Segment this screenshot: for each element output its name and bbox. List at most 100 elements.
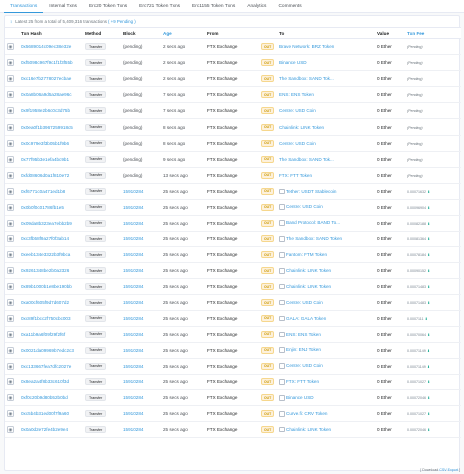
to-address-link[interactable]: Chainlink: LINK Token [286,427,331,432]
eye-icon[interactable]: ◉ [7,219,14,227]
txn-hash-link[interactable]: 0x89b1000b1e8be190bb [21,284,83,289]
txn-hash-link[interactable]: 0x0a8b06a9d5a28ae96c [21,92,83,97]
from-address[interactable]: FTX Exchange [207,348,237,353]
eye-icon[interactable]: ◉ [7,123,14,131]
eye-icon[interactable]: ◉ [7,378,14,386]
to-address-link[interactable]: Chainlink: LINK Token [286,284,331,289]
col-header-age[interactable]: Age [161,27,205,39]
to-address-link[interactable]: Binance USD [279,60,307,65]
from-address[interactable]: FTX Exchange [207,252,237,257]
eye-icon[interactable]: ◉ [7,283,14,291]
block-link[interactable]: 15910284 [123,268,143,273]
eye-icon[interactable]: ◉ [7,394,14,402]
to-address-link[interactable]: Band Protocol: BAND To... [286,220,340,225]
eye-icon[interactable]: ◉ [7,251,14,259]
to-address-link[interactable]: The Sandbox: SAND Tok... [279,76,334,81]
block-link[interactable]: 15910284 [123,252,143,257]
eye-icon[interactable]: ◉ [7,426,14,434]
eye-icon[interactable]: ◉ [7,155,14,163]
eye-icon[interactable]: ◉ [7,139,14,147]
eye-icon[interactable]: ◉ [7,75,14,83]
from-address[interactable]: FTX Exchange [207,364,237,369]
txn-hash-link[interactable]: 0x0ea0f1b3967259918c5 [21,125,83,130]
eye-icon[interactable]: ◉ [7,91,14,99]
from-address[interactable]: FTX Exchange [207,141,237,146]
txn-hash-link[interactable]: 0x77f95b3e1efa4bc9b1 [21,157,83,162]
txn-hash-link[interactable]: 0xf5098c967f9c1f1f3f55b [21,60,83,65]
txn-hash-link[interactable]: 0x0a0d2e72fe4b2e9e4 [21,427,83,432]
eye-icon[interactable]: ◉ [7,43,14,51]
from-address[interactable]: FTX Exchange [207,268,237,273]
tab-comments[interactable]: Comments [272,0,307,13]
block-link[interactable]: 15910284 [123,379,143,384]
from-address[interactable]: FTX Exchange [207,92,237,97]
block-link[interactable]: 15910284 [123,221,143,226]
eye-icon[interactable]: ◉ [7,267,14,275]
txn-hash-link[interactable]: 0xc5b4b31ed00f7f9a60 [21,411,83,416]
txn-hash-link[interactable]: 0x8ea2a4f8b33c610f3d [21,379,83,384]
txn-hash-link[interactable]: 0xc89f1bcc2f750cbc003 [21,316,83,321]
from-address[interactable]: FTX Exchange [207,427,237,432]
to-address-link[interactable]: Chainlink: LINK Token [279,125,324,130]
eye-icon[interactable]: ◉ [7,187,14,195]
block-link[interactable]: 15910284 [123,236,143,241]
from-address[interactable]: FTX Exchange [207,411,237,416]
to-address-link[interactable]: Brave Network: BRZ Token [279,44,334,49]
eye-icon[interactable]: ◉ [7,346,14,354]
to-address-link[interactable]: Centre: USD Coin [286,300,323,305]
eye-icon[interactable]: ◉ [7,59,14,67]
txn-hash-link[interactable]: 0x0b0f0c01786fb1e5 [21,205,83,210]
to-address-link[interactable]: Chainlink: LINK Token [286,268,331,273]
to-address-link[interactable]: Curve.fi: CRV Token [286,411,327,416]
block-link[interactable]: 15910284 [123,348,143,353]
block-link[interactable]: 15910284 [123,332,143,337]
to-address-link[interactable]: Enjin: ENJ Token [286,347,321,352]
to-address-link[interactable]: Fantom: FTM Token [286,252,327,257]
block-link[interactable]: 15910284 [123,364,143,369]
block-link[interactable]: 15910284 [123,427,143,432]
to-address-link[interactable]: ENS: ENS Token [279,92,314,97]
tab-transactions[interactable]: Transactions [4,0,44,13]
to-address-link[interactable]: Tether: USDT Stablecoin [286,189,336,194]
from-address[interactable]: FTX Exchange [207,316,237,321]
block-link[interactable]: 15910284 [123,205,143,210]
txn-hash-link[interactable]: 0xf6771c0a471ed1b8 [21,189,83,194]
col-header-txn-fee[interactable]: Txn Fee [405,27,461,39]
from-address[interactable]: FTX Exchange [207,395,237,400]
to-address-link[interactable]: Centre: USD Coin [279,141,316,146]
txn-hash-link[interactable]: 0xa00cf605f9d7d607d2 [21,300,83,305]
to-address-link[interactable]: Centre: USD Coin [279,108,316,113]
from-address[interactable]: FTX Exchange [207,284,237,289]
to-address-link[interactable]: ENS: ENS Token [286,332,321,337]
eye-icon[interactable]: ◉ [7,410,14,418]
to-address-link[interactable]: FTX: FTT Token [286,379,319,384]
txn-hash-link[interactable]: 0xa11b9a6f09f29f2f6f [21,332,83,337]
block-link[interactable]: 15910284 [123,411,143,416]
txn-hash-link[interactable]: 0xc3fb58f9a27f0f3ab14 [21,236,83,241]
tab-erc721-token-txns[interactable]: Erc721 Token Txns [133,0,186,13]
eye-icon[interactable]: ◉ [7,362,14,370]
from-address[interactable]: FTX Exchange [207,205,237,210]
eye-icon[interactable]: ◉ [7,330,14,338]
txn-hash-link[interactable]: 0xeeb134e3322b3f9bca [21,252,83,257]
eye-icon[interactable]: ◉ [7,203,14,211]
from-address[interactable]: FTX Exchange [207,221,237,226]
from-address[interactable]: FTX Exchange [207,173,237,178]
txn-hash-link[interactable]: 0xc133667fea7dfc2027e [21,364,83,369]
txn-hash-link[interactable]: 0x9261348be2b0a2326 [21,268,83,273]
txn-hash-link[interactable]: 0x5689014c09ec38e32e [21,44,83,49]
from-address[interactable]: FTX Exchange [207,300,237,305]
to-address-link[interactable]: Centre: USD Coin [286,363,323,368]
txn-hash-link[interactable]: 0xc16e7b2778027ecbae [21,76,83,81]
txn-hash-link[interactable]: 0xfd08606d0a1f810e72 [21,173,83,178]
from-address[interactable]: FTX Exchange [207,189,237,194]
from-address[interactable]: FTX Exchange [207,76,237,81]
to-address-link[interactable]: The Sandbox: SAND Tok... [279,157,334,162]
from-address[interactable]: FTX Exchange [207,60,237,65]
from-address[interactable]: FTX Exchange [207,44,237,49]
from-address[interactable]: FTX Exchange [207,157,237,162]
from-address[interactable]: FTX Exchange [207,332,237,337]
sort-icon[interactable]: ↕ [10,16,12,27]
to-address-link[interactable]: Binance USD [286,395,314,400]
txn-hash-link[interactable]: 0x0021da09969b7edc2c3 [21,348,83,353]
